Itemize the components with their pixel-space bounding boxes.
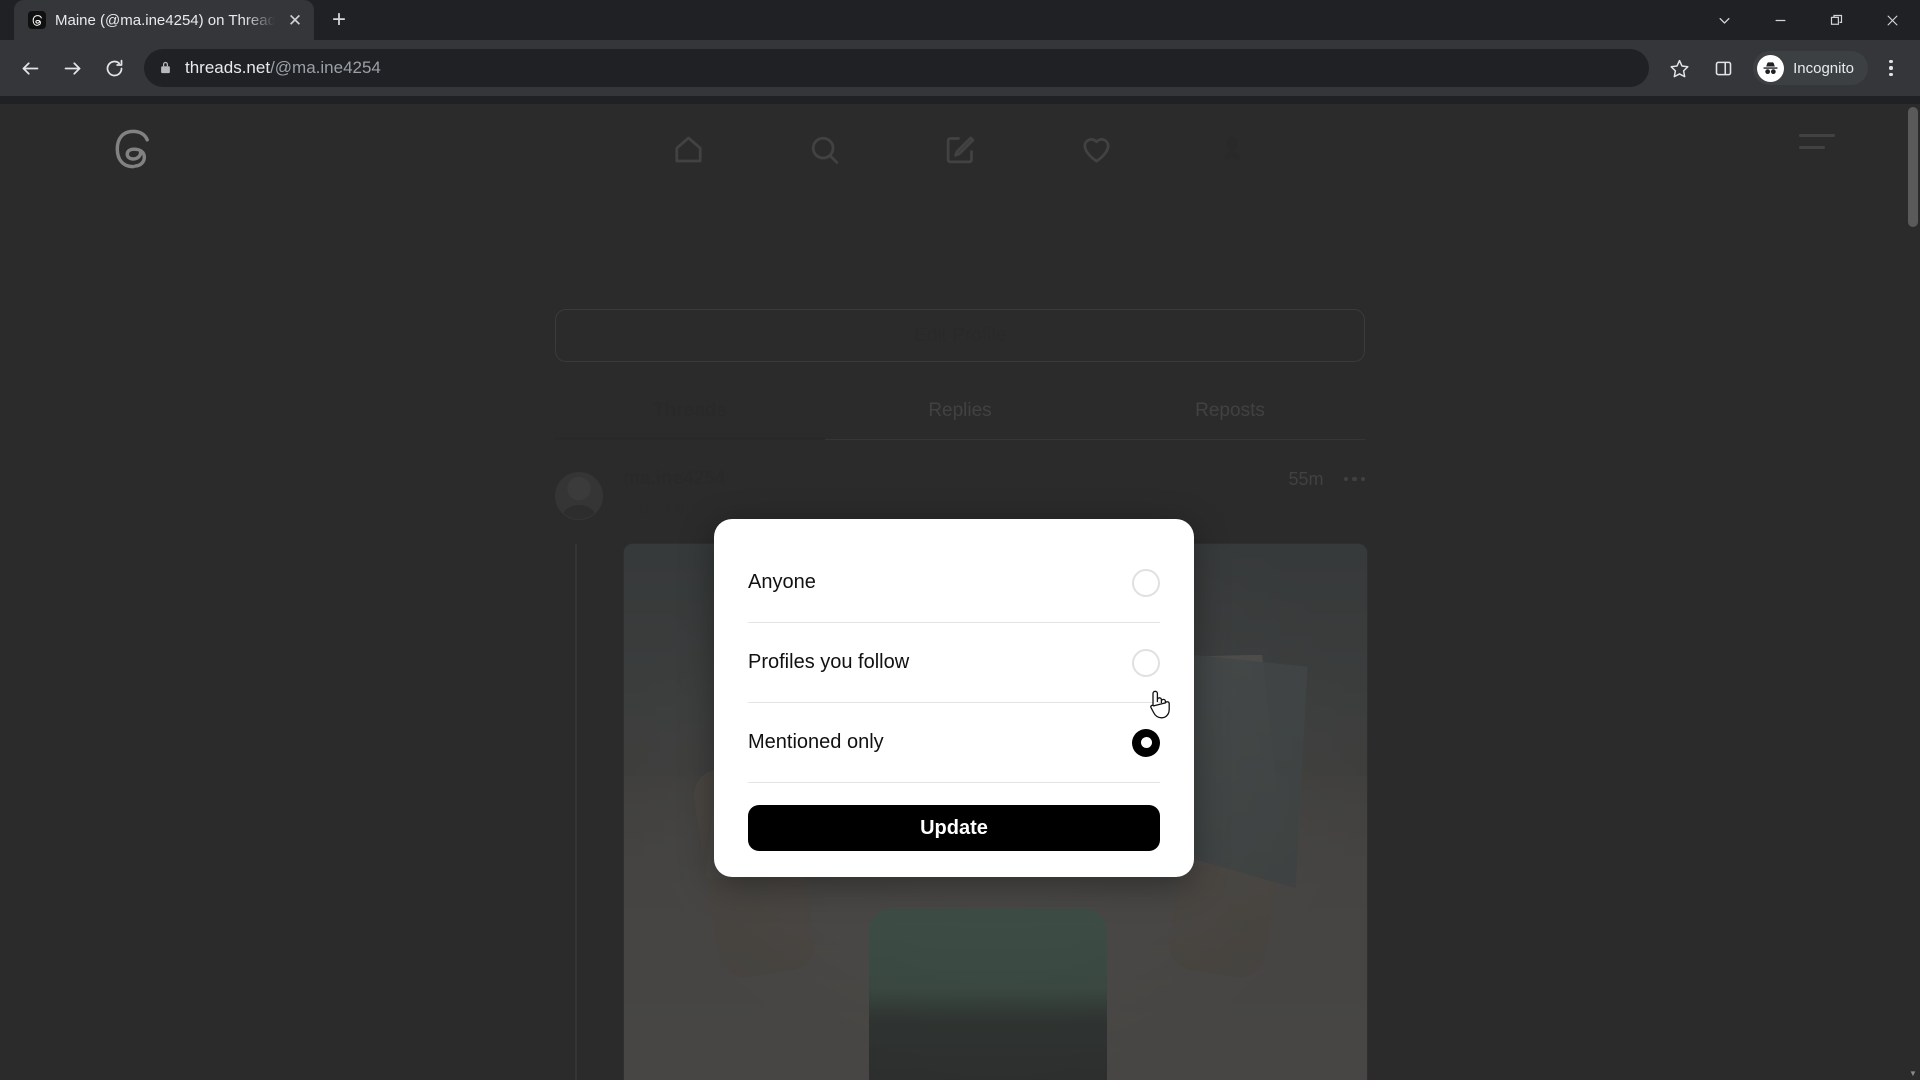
scroll-down-arrow-icon[interactable]: ▼: [1906, 1066, 1920, 1080]
threads-logo-icon: [28, 11, 46, 29]
who-can-reply-dialog: Anyone Profiles you follow Mentioned onl…: [714, 519, 1194, 877]
tab-search-chevron-down-icon[interactable]: [1696, 0, 1752, 40]
kebab-menu-icon[interactable]: [1872, 49, 1910, 87]
lock-icon: [158, 60, 173, 77]
incognito-icon: [1757, 54, 1785, 82]
star-icon[interactable]: [1659, 48, 1699, 88]
radio-anyone[interactable]: [1132, 568, 1160, 597]
incognito-label: Incognito: [1793, 59, 1854, 77]
option-label: Mentioned only: [748, 731, 884, 753]
scrollbar-thumb[interactable]: [1908, 107, 1918, 227]
arrow-left-icon[interactable]: [10, 48, 50, 88]
toolbar-right-actions: Incognito: [1659, 48, 1910, 88]
arrow-right-icon[interactable]: [52, 48, 92, 88]
tab-title: Maine (@ma.ine4254) on Threads: [55, 11, 275, 29]
close-icon[interactable]: ✕: [284, 9, 306, 31]
restore-icon[interactable]: [1808, 0, 1864, 40]
radio-profiles-you-follow[interactable]: [1132, 648, 1160, 677]
url-path: /@ma.ine4254: [270, 58, 381, 77]
browser-tab[interactable]: Maine (@ma.ine4254) on Threads ✕: [14, 0, 314, 40]
page-scrollbar[interactable]: ▲ ▼: [1906, 104, 1920, 1080]
close-icon[interactable]: [1864, 0, 1920, 40]
minimize-icon[interactable]: [1752, 0, 1808, 40]
browser-window: Maine (@ma.ine4254) on Threads ✕ + threa…: [0, 0, 1920, 1080]
browser-toolbar: threads.net/@ma.ine4254 Incognito: [0, 40, 1920, 96]
option-label: Profiles you follow: [748, 651, 910, 673]
option-anyone[interactable]: Anyone: [748, 543, 1160, 623]
option-label: Anyone: [748, 571, 816, 593]
incognito-indicator[interactable]: Incognito: [1753, 51, 1868, 85]
option-mentioned-only[interactable]: Mentioned only: [748, 703, 1160, 783]
update-button[interactable]: Update: [748, 805, 1160, 851]
tab-strip: Maine (@ma.ine4254) on Threads ✕ +: [0, 0, 1920, 40]
url-domain: threads.net: [185, 58, 271, 77]
reload-icon[interactable]: [94, 48, 134, 88]
page-viewport: Edit Profile Threads Replies Reposts ma.…: [0, 104, 1920, 1080]
radio-mentioned-only[interactable]: [1132, 728, 1160, 757]
url-text: threads.net/@ma.ine4254: [185, 58, 381, 78]
side-panel-icon[interactable]: [1703, 48, 1743, 88]
address-bar[interactable]: threads.net/@ma.ine4254: [144, 49, 1650, 87]
new-tab-button[interactable]: +: [322, 3, 356, 37]
option-profiles-you-follow[interactable]: Profiles you follow: [748, 623, 1160, 703]
window-controls: [1696, 0, 1920, 40]
